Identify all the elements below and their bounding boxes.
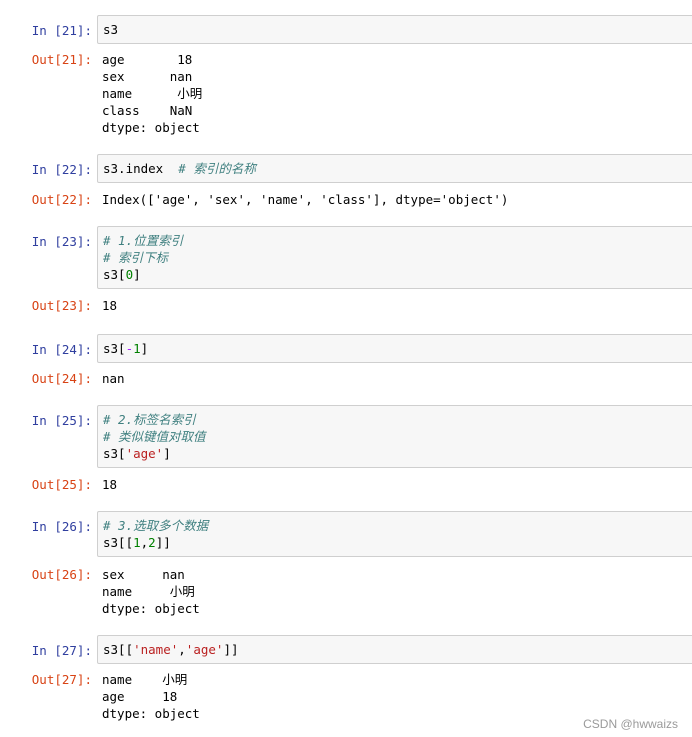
code-comment: # 1.位置索引 <box>103 233 184 248</box>
code-comment: # 2.标签名索引 <box>103 412 196 427</box>
output-text: 18 <box>102 477 118 492</box>
code-operator: - <box>125 341 134 356</box>
code-cell-input[interactable]: # 3.选取多个数据 s3[[1,2]] <box>97 511 692 557</box>
out-prompt: Out[24]: <box>31 371 92 386</box>
code-comment: # 索引的名称 <box>178 161 256 176</box>
code-token: s3[ <box>103 446 126 461</box>
code-token: ]] <box>155 535 171 550</box>
code-cell-input[interactable]: s3[['name','age']] <box>97 635 692 664</box>
out-prompt: Out[22]: <box>31 192 92 207</box>
code-token: ]] <box>223 642 239 657</box>
code-string: 'age' <box>125 446 164 461</box>
code-text: s3[-1] <box>103 340 691 357</box>
output-text: age 18 sex nan name 小明 class NaN dtype: … <box>102 52 203 135</box>
code-token: , <box>178 642 186 657</box>
in-prompt: In [27]: <box>31 643 92 658</box>
code-text: s3[['name','age']] <box>103 641 691 658</box>
out-prompt: Out[21]: <box>31 52 92 67</box>
code-cell-input[interactable]: # 1.位置索引 # 索引下标 s3[0] <box>97 226 692 289</box>
code-token: ] <box>133 267 141 282</box>
code-text: # 2.标签名索引 # 类似键值对取值 s3['age'] <box>103 411 691 462</box>
in-prompt: In [23]: <box>31 234 92 249</box>
code-text: s3 <box>103 22 119 37</box>
code-main: s3.index <box>103 161 179 176</box>
cell-output: 18 <box>102 476 117 493</box>
code-token: s3[[ <box>103 642 134 657</box>
output-text: sex nan name 小明 dtype: object <box>102 567 200 616</box>
code-comment: # 索引下标 <box>103 250 169 265</box>
code-token: s3[[ <box>103 535 134 550</box>
in-prompt: In [26]: <box>31 519 92 534</box>
code-comment: # 3.选取多个数据 <box>103 518 209 533</box>
out-prompt: Out[25]: <box>31 477 92 492</box>
cell-output: nan <box>102 370 125 387</box>
code-text: # 1.位置索引 # 索引下标 s3[0] <box>103 232 691 283</box>
out-prompt: Out[26]: <box>31 567 92 582</box>
in-prompt: In [25]: <box>31 413 92 428</box>
code-cell-input[interactable]: s3 <box>97 15 692 44</box>
cell-output: name 小明 age 18 dtype: object <box>102 671 200 722</box>
code-number: 0 <box>125 267 134 282</box>
watermark: CSDN @hwwaizs <box>583 717 678 731</box>
code-token: ] <box>140 341 149 356</box>
output-text: Index(['age', 'sex', 'name', 'class'], d… <box>102 192 509 207</box>
code-number: 1 <box>133 535 141 550</box>
code-token: s3[ <box>103 341 126 356</box>
output-text: 18 <box>102 298 118 313</box>
cell-output: sex nan name 小明 dtype: object <box>102 566 200 617</box>
code-cell-input[interactable]: s3.index # 索引的名称 <box>97 154 692 183</box>
code-token: ] <box>163 446 171 461</box>
output-text: name 小明 age 18 dtype: object <box>102 672 200 721</box>
cell-output: age 18 sex nan name 小明 class NaN dtype: … <box>102 51 202 136</box>
out-prompt: Out[23]: <box>31 298 92 313</box>
code-cell-input[interactable]: s3[-1] <box>97 334 692 363</box>
code-number: 1 <box>133 341 141 356</box>
code-comment: # 类似键值对取值 <box>103 429 206 444</box>
code-text: # 3.选取多个数据 s3[[1,2]] <box>103 517 691 551</box>
code-number: 2 <box>148 535 156 550</box>
cell-output: Index(['age', 'sex', 'name', 'class'], d… <box>102 191 508 208</box>
code-text: s3.index # 索引的名称 <box>103 160 691 177</box>
code-string: 'age' <box>185 642 224 657</box>
cell-output: 18 <box>102 297 117 314</box>
code-string: 'name' <box>133 642 179 657</box>
in-prompt: In [24]: <box>31 342 92 357</box>
code-token: s3[ <box>103 267 126 282</box>
out-prompt: Out[27]: <box>31 672 92 687</box>
output-text: nan <box>102 371 125 386</box>
in-prompt: In [22]: <box>31 162 92 177</box>
code-cell-input[interactable]: # 2.标签名索引 # 类似键值对取值 s3['age'] <box>97 405 692 468</box>
in-prompt: In [21]: <box>31 23 92 38</box>
